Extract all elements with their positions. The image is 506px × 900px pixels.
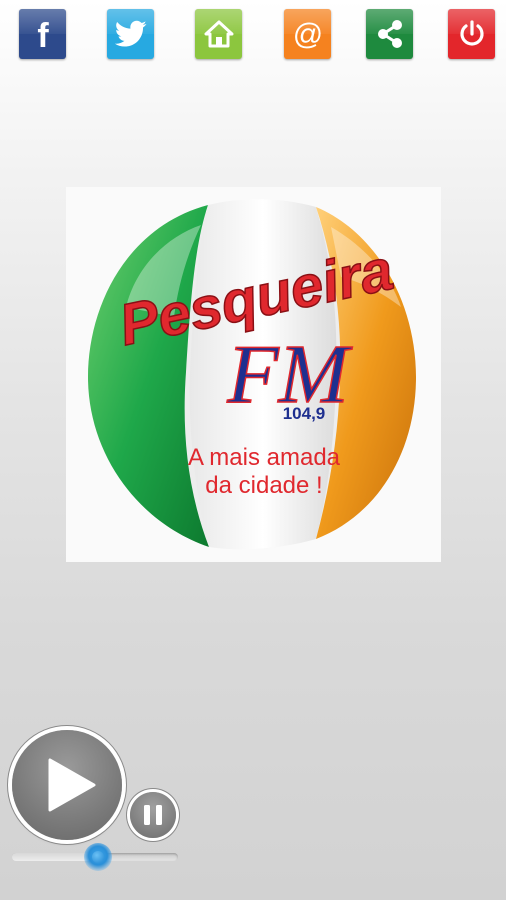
email-button[interactable]: @	[284, 9, 331, 59]
home-button[interactable]	[195, 9, 242, 59]
play-button[interactable]	[12, 730, 122, 840]
logo-slogan-line2: da cidade !	[205, 472, 322, 499]
share-button[interactable]	[366, 9, 413, 59]
volume-slider[interactable]	[12, 843, 178, 871]
logo-slogan-line1: A mais amada	[188, 444, 341, 471]
play-icon	[48, 758, 96, 812]
pause-button[interactable]	[130, 792, 176, 838]
power-icon	[459, 20, 484, 46]
power-button[interactable]	[448, 9, 495, 59]
pause-icon	[144, 805, 162, 825]
share-toolbar: f @	[0, 9, 506, 61]
home-icon	[204, 20, 233, 48]
svg-text:@: @	[292, 18, 322, 51]
share-icon	[377, 20, 402, 48]
twitter-bird-icon	[114, 20, 146, 47]
station-logo: Pesqueira FM 104,9 A mais amada da cidad…	[66, 187, 441, 562]
svg-text:f: f	[37, 17, 49, 51]
logo-frequency: 104,9	[283, 404, 326, 423]
volume-thumb[interactable]	[84, 843, 113, 871]
twitter-button[interactable]	[107, 9, 154, 59]
at-sign-icon: @	[292, 18, 322, 51]
facebook-icon: f	[37, 17, 49, 51]
facebook-button[interactable]: f	[19, 9, 66, 59]
